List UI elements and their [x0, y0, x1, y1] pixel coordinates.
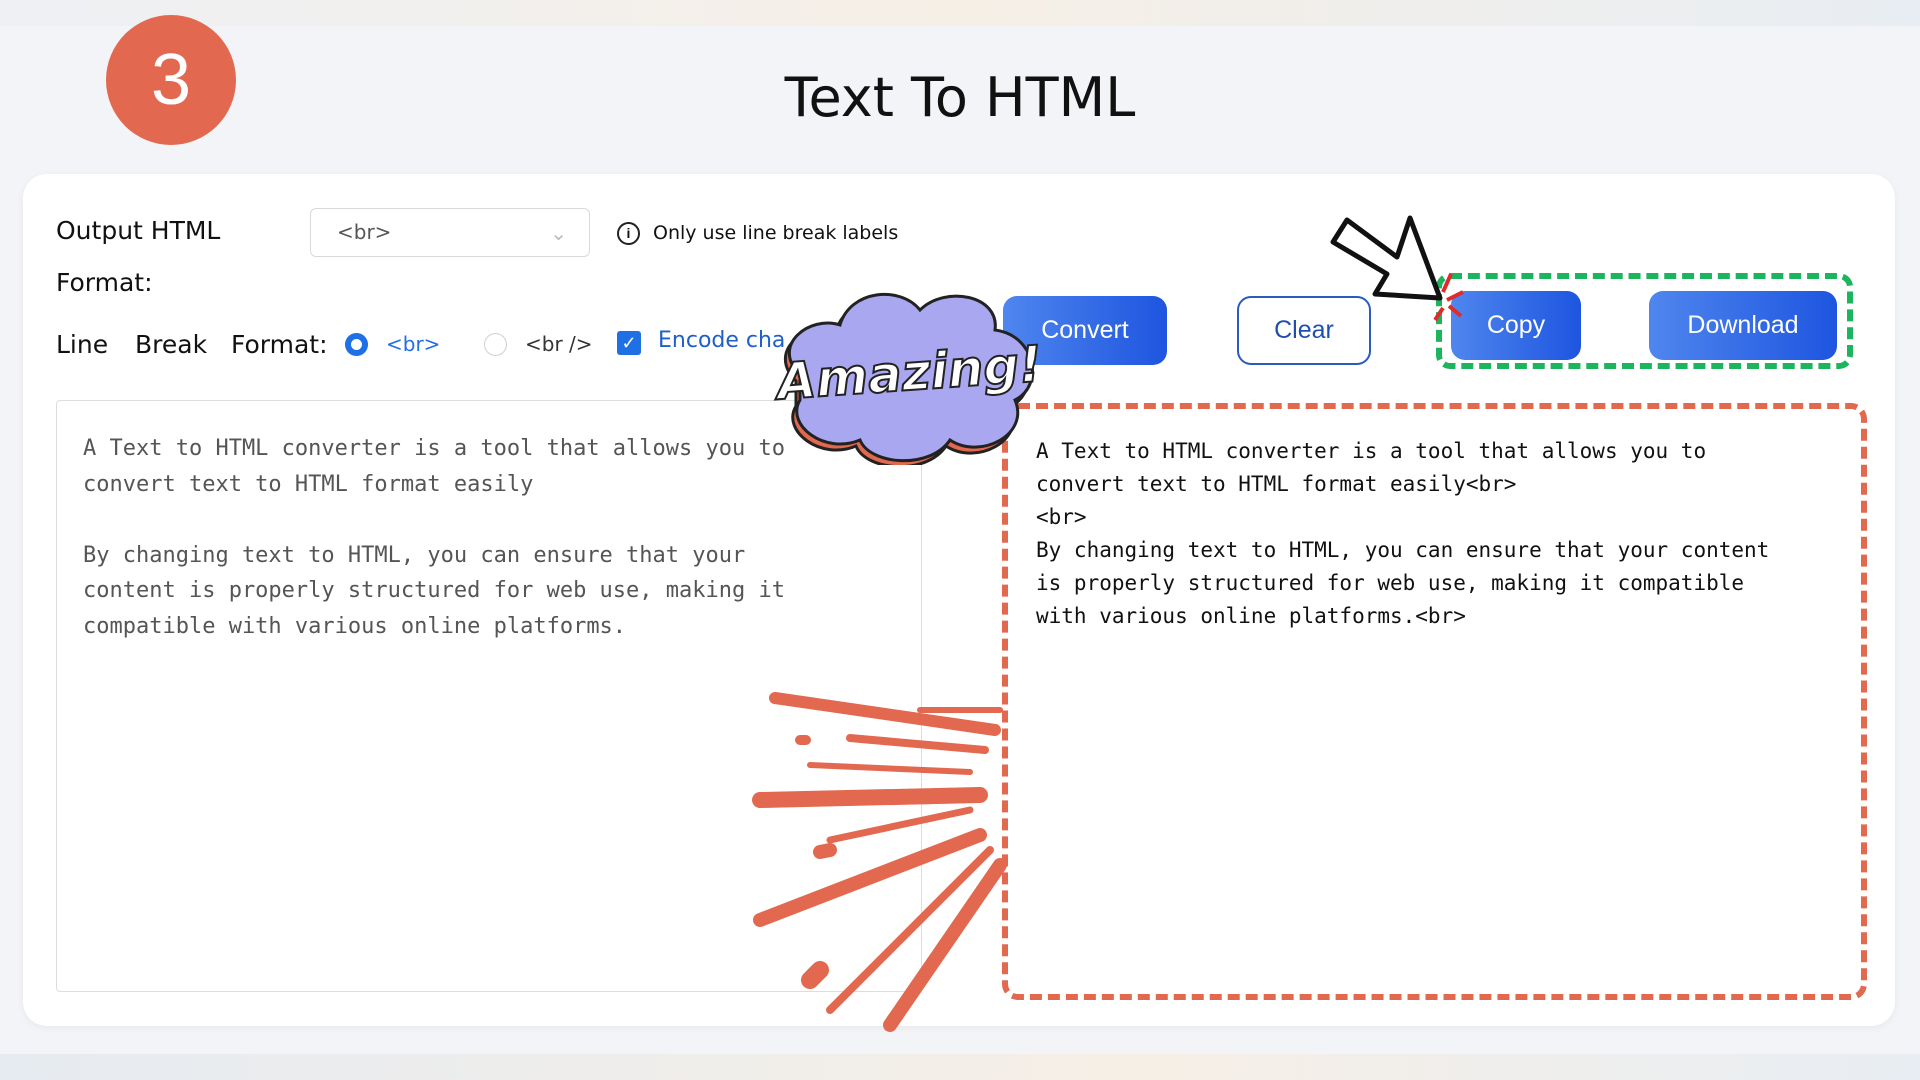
encode-label[interactable]: Encode cha: [658, 328, 785, 353]
output-format-select[interactable]: <br> ⌄: [310, 208, 590, 257]
page-title: Text To HTML: [784, 66, 1136, 129]
output-format-label-2: Format:: [56, 268, 153, 297]
radio-br[interactable]: [345, 333, 368, 356]
cursor-arrow-icon: [1330, 215, 1464, 322]
download-button[interactable]: Download: [1649, 291, 1837, 360]
chevron-down-icon: ⌄: [550, 221, 567, 245]
line-break-label-1: Line: [56, 330, 109, 359]
encode-checkbox[interactable]: ✓: [617, 331, 641, 355]
burst-decoration: [752, 692, 1007, 1032]
bottom-decor-bar: [0, 1054, 1920, 1080]
select-value: <br>: [337, 220, 392, 244]
radio-br-label[interactable]: <br>: [386, 332, 440, 356]
info-text: Only use line break labels: [653, 222, 899, 244]
radio-br-slash[interactable]: [484, 333, 507, 356]
output-format-label: Output HTML: [56, 216, 221, 245]
info-icon: i: [617, 222, 640, 245]
radio-br-slash-label[interactable]: <br />: [525, 332, 593, 356]
amazing-sticker: Amazing!: [770, 293, 1045, 465]
line-break-label-3: Format:: [231, 330, 328, 359]
output-textarea[interactable]: A Text to HTML converter is a tool that …: [1002, 403, 1867, 1000]
copy-button[interactable]: Copy: [1451, 291, 1581, 360]
line-break-label-2: Break: [135, 330, 208, 359]
top-decor-bar: [0, 0, 1920, 26]
